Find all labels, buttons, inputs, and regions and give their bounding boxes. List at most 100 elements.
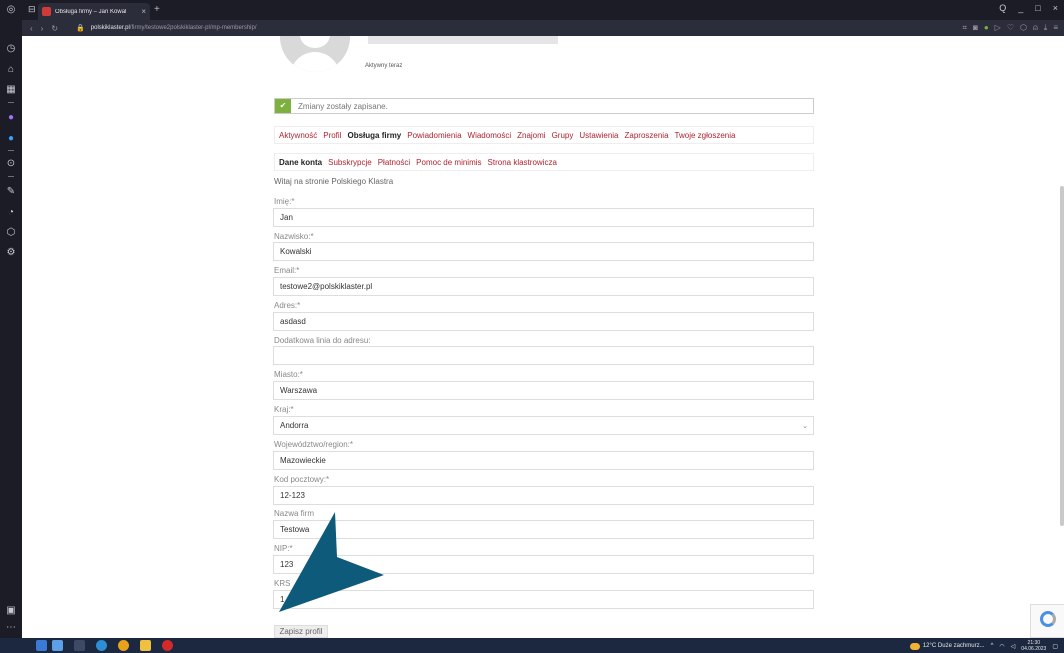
back-icon[interactable]: ‹ — [30, 24, 33, 33]
pinboard-icon[interactable]: ✎ — [5, 186, 17, 198]
network-icon[interactable]: ◠ — [999, 643, 1004, 650]
city-field[interactable]: Warszawa — [273, 381, 814, 400]
tab-notifications[interactable]: Powiadomienia — [407, 131, 461, 140]
company-name-field[interactable]: Testowa — [273, 520, 814, 539]
opera-logo-icon[interactable]: ◎ — [5, 4, 17, 16]
page-scrollbar[interactable] — [1060, 186, 1064, 526]
subtab-payments[interactable]: Płatności — [378, 158, 410, 167]
wallet-icon[interactable]: ▣ — [5, 605, 17, 617]
volume-icon[interactable]: ◁ — [1011, 643, 1016, 650]
start-icon[interactable] — [52, 640, 63, 651]
file-explorer-icon[interactable] — [140, 640, 151, 651]
notice-message: Zmiany zostały zapisane. — [298, 101, 388, 111]
widgets-icon[interactable] — [36, 640, 47, 651]
chrome-icon[interactable] — [118, 640, 129, 651]
clock[interactable]: 21:30 04.06.2023 — [1021, 640, 1046, 652]
url-field[interactable]: polskiklaster.pl/firmy/testowe2polskikla… — [91, 25, 257, 31]
tab-bar: ⊟ Obsługa firmy – Jan Kowal × + Q _ □ × — [22, 0, 1064, 20]
telegram-icon[interactable]: ● — [5, 133, 17, 145]
chevron-down-icon: ⌄ — [802, 423, 808, 430]
more-icon[interactable]: ⋯ — [5, 622, 17, 634]
browser-tab[interactable]: Obsługa firmy – Jan Kowal × — [38, 3, 150, 20]
opera-icon[interactable] — [162, 640, 173, 651]
lock-icon[interactable]: 🔒 — [76, 24, 85, 32]
bag-icon[interactable]: ⌂ — [5, 64, 17, 76]
search-tabs-icon[interactable]: Q — [999, 3, 1006, 13]
account-subnav: Dane konta Subskrypcje Płatności Pomoc d… — [274, 153, 814, 171]
address-field[interactable]: asdasd — [273, 312, 814, 331]
maximize-button[interactable]: □ — [1035, 3, 1040, 13]
tab-your-reports[interactable]: Twoje zgłoszenia — [675, 131, 736, 140]
toolbar-icons: ⌗ ◙ ● ▷ ♡ ⬡ ⍝ ⤓ ≡ — [962, 23, 1058, 33]
history-icon[interactable]: ◔ — [5, 207, 17, 219]
subtab-account-data[interactable]: Dane konta — [279, 158, 322, 167]
address-bar: ‹ › ↻ 🔒 polskiklaster.pl/firmy/testowe2p… — [22, 20, 1064, 36]
download-icon[interactable]: ⤓ — [1044, 23, 1048, 33]
reload-icon[interactable]: ↻ — [51, 24, 58, 33]
notifications-icon[interactable]: ▢ — [1052, 643, 1058, 650]
email-field[interactable]: testowe2@polskiklaster.pl — [273, 277, 814, 296]
snapshot-icon[interactable]: ⌗ — [962, 23, 967, 33]
check-icon: ✔ — [275, 99, 291, 113]
success-notice: ✔ Zmiany zostały zapisane. — [274, 98, 814, 114]
edge-icon[interactable] — [96, 640, 107, 651]
extensions-icon[interactable]: ⬡ — [5, 227, 17, 239]
menu-icon[interactable]: ≡ — [1053, 23, 1058, 33]
tab-company-service[interactable]: Obsługa firmy — [347, 131, 401, 140]
city-label: Miasto:* — [274, 370, 303, 379]
save-profile-button[interactable]: Zapisz profil — [274, 625, 328, 638]
speed-dial-icon[interactable]: ◷ — [5, 43, 17, 55]
profile-username-cut — [368, 36, 558, 44]
news-icon[interactable]: ▦ — [5, 84, 17, 96]
avatar[interactable] — [280, 36, 350, 72]
tab-settings[interactable]: Ustawienia — [579, 131, 618, 140]
url-host: polskiklaster.pl — [90, 25, 130, 31]
tab-profile[interactable]: Profil — [323, 131, 341, 140]
activity-status: Aktywny teraz — [365, 63, 403, 69]
nip-label: NIP:* — [274, 544, 293, 553]
tab-groups[interactable]: Grupy — [552, 131, 574, 140]
tab-messages[interactable]: Wiadomości — [468, 131, 512, 140]
postal-code-field[interactable]: 12-123 — [273, 486, 814, 505]
tab-close-icon[interactable]: × — [141, 7, 146, 16]
play-icon[interactable]: ▷ — [995, 23, 1001, 33]
recaptcha-icon — [1040, 611, 1056, 627]
sidebar-divider — [8, 176, 14, 177]
recaptcha-badge[interactable] — [1030, 604, 1064, 638]
tab-friends[interactable]: Znajomi — [517, 131, 545, 140]
weather-widget[interactable]: 12°C Duże zachmurz... — [909, 642, 985, 650]
workspaces-icon[interactable]: ⊟ — [28, 4, 36, 15]
region-field[interactable]: Mazowieckie — [273, 451, 814, 470]
camera-icon[interactable]: ◙ — [973, 23, 978, 33]
subtab-subscriptions[interactable]: Subskrypcje — [328, 158, 372, 167]
country-select[interactable]: Andorra ⌄ — [273, 416, 814, 435]
new-tab-button[interactable]: + — [154, 4, 160, 15]
messenger-icon[interactable]: ● — [5, 112, 17, 124]
tray-chevron-icon[interactable]: ^ — [991, 643, 994, 649]
tab-invitations[interactable]: Zaproszenia — [625, 131, 669, 140]
last-name-field[interactable]: Kowalski — [273, 242, 814, 261]
player-icon[interactable]: ⊙ — [5, 158, 17, 170]
windows-taskbar: 12°C Duże zachmurz... ^ ◠ ◁ 21:30 04.06.… — [0, 638, 1064, 653]
profile-icon[interactable]: ⍝ — [1033, 23, 1038, 33]
weather-text: 12°C Duże zachmurz... — [922, 643, 985, 649]
nip-field[interactable]: 123 — [273, 555, 814, 574]
task-view-icon[interactable] — [74, 640, 85, 651]
extension-cube-icon[interactable]: ⬡ — [1020, 23, 1027, 33]
minimize-button[interactable]: _ — [1018, 3, 1023, 13]
krs-field[interactable]: 1 — [273, 590, 814, 609]
forward-icon[interactable]: › — [41, 24, 44, 33]
address-line2-field[interactable] — [273, 346, 814, 365]
close-window-button[interactable]: × — [1053, 3, 1058, 13]
first-name-field[interactable]: Jan — [273, 208, 814, 227]
clock-date: 04.06.2023 — [1021, 646, 1047, 652]
window-controls: Q _ □ × — [999, 3, 1058, 13]
tab-activity[interactable]: Aktywność — [279, 131, 317, 140]
settings-icon[interactable]: ⚙ — [5, 247, 17, 259]
vpn-icon[interactable]: ● — [984, 23, 989, 33]
tab-title: Obsługa firmy – Jan Kowal — [55, 8, 127, 15]
subtab-de-minimis[interactable]: Pomoc de minimis — [416, 158, 481, 167]
subtab-cluster-page[interactable]: Strona klastrowicza — [488, 158, 557, 167]
heart-icon[interactable]: ♡ — [1007, 23, 1014, 33]
postal-code-label: Kod pocztowy:* — [274, 475, 330, 484]
